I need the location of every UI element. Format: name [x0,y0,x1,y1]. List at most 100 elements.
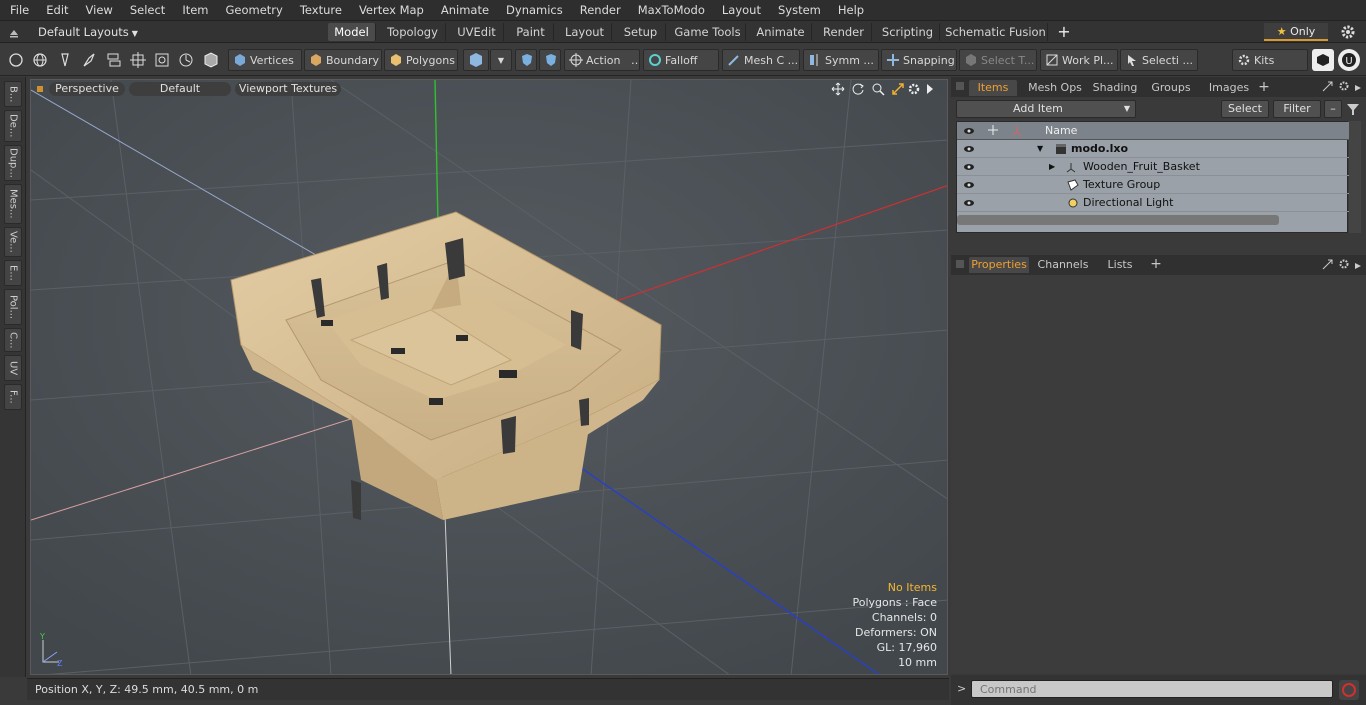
menu-render[interactable]: Render [570,3,628,17]
arrange-icon[interactable] [104,50,124,70]
tab-uvedit[interactable]: UVEdit [450,23,504,41]
left-tab-mesh[interactable]: Mes... [4,184,22,224]
filter-button[interactable]: Filter [1273,100,1321,118]
mesh-constraint-button[interactable]: Mesh C ... [722,49,800,71]
item-row-scene[interactable]: ▼ modo.lxo [957,140,1349,158]
brush-icon[interactable] [79,50,99,70]
select-through-button[interactable]: Select T... [959,49,1037,71]
material-button[interactable] [463,49,489,71]
left-tab-vertex[interactable]: Ve... [4,227,22,257]
falloff-button[interactable]: Falloff [643,49,719,71]
left-tab-edge[interactable]: E... [4,260,22,286]
list-options-icon[interactable]: – [1324,100,1342,118]
menu-geometry[interactable]: Geometry [216,3,290,17]
symmetry-button[interactable]: Symm ... [803,49,879,71]
add-panel-tab-icon[interactable]: + [1149,256,1163,272]
viewport-expand-arrow-icon[interactable] [925,83,935,95]
frame-icon[interactable] [152,50,172,70]
select-button[interactable]: Select [1221,100,1269,118]
tab-channels[interactable]: Channels [1035,257,1091,273]
menu-file[interactable]: File [0,3,36,17]
tab-topology[interactable]: Topology [380,23,446,41]
center-icon[interactable] [128,50,148,70]
view-mode-dropdown[interactable]: Perspective [49,82,125,96]
selection-sets-button[interactable]: Selecti ... [1120,49,1198,71]
only-toggle[interactable]: ★ Only [1264,23,1328,41]
action-center-button[interactable]: Action … [564,49,640,71]
tab-mesh-ops[interactable]: Mesh Ops [1023,80,1087,96]
command-input[interactable] [971,680,1333,698]
add-item-dropdown[interactable]: Add Item ▼ [956,100,1136,118]
item-row-texture-group[interactable]: Texture Group [957,176,1349,194]
record-macro-icon[interactable] [1339,680,1359,700]
menu-select[interactable]: Select [120,3,172,17]
menu-animate[interactable]: Animate [431,3,496,17]
left-tab-basic[interactable]: B... [4,81,22,107]
kits-button[interactable]: Kits [1232,49,1308,71]
menu-item[interactable]: Item [172,3,215,17]
add-panel-tab-icon[interactable]: + [1257,79,1271,95]
pen-icon[interactable] [55,50,75,70]
globe-icon[interactable] [30,50,50,70]
menu-dynamics[interactable]: Dynamics [496,3,570,17]
menu-help[interactable]: Help [828,3,871,17]
filter-funnel-icon[interactable] [1346,102,1360,116]
tab-shading[interactable]: Shading [1089,80,1141,96]
menu-layout[interactable]: Layout [712,3,768,17]
tab-paint[interactable]: Paint [508,23,554,41]
symmetry-toggle-b[interactable] [539,49,561,71]
panel-collapse-arrow-icon[interactable] [1354,82,1362,91]
unreal-icon[interactable]: U [1338,49,1360,71]
viewport-textures-dropdown[interactable]: Viewport Textures [235,82,341,96]
tab-lists[interactable]: Lists [1097,257,1143,273]
shading-dropdown[interactable]: Default [129,82,231,96]
menu-system[interactable]: System [768,3,828,17]
menu-view[interactable]: View [76,3,120,17]
panel-expand-icon[interactable] [1322,259,1333,270]
polygons-button[interactable]: Polygons [384,49,458,71]
3d-viewport[interactable]: Perspective Default Viewport Textures Y … [30,79,948,675]
item-row-mesh[interactable]: ▶ Wooden_Fruit_Basket [957,158,1349,176]
vertices-button[interactable]: Vertices [228,49,302,71]
viewport-corner-icon[interactable] [37,86,43,92]
menu-edit[interactable]: Edit [36,3,75,17]
panel-gear-icon[interactable] [1338,80,1350,92]
tab-setup[interactable]: Setup [616,23,666,41]
boundary-button[interactable]: Boundary [304,49,382,71]
visibility-eye-icon[interactable] [963,197,975,215]
settings-gear-icon[interactable] [1340,24,1356,40]
tab-images[interactable]: Images [1203,80,1255,96]
item-list-v-scrollbar[interactable] [1349,121,1361,233]
tab-properties[interactable]: Properties [969,257,1029,273]
tab-render[interactable]: Render [816,23,872,41]
item-row-directional-light[interactable]: Directional Light [957,194,1349,212]
timer-icon[interactable] [176,50,196,70]
tab-scripting[interactable]: Scripting [876,23,940,41]
tab-game-tools[interactable]: Game Tools [670,23,746,41]
menu-vertex-map[interactable]: Vertex Map [349,3,431,17]
layouts-dropdown[interactable]: Default Layouts ▼ [38,24,138,40]
menu-texture[interactable]: Texture [290,3,349,17]
left-tab-duplicate[interactable]: Dup... [4,145,22,181]
panel-gear-icon[interactable] [1338,258,1350,270]
unity-icon[interactable] [1312,49,1334,71]
item-list-h-scrollbar[interactable] [957,215,1279,225]
panel-menu-icon[interactable] [956,260,964,268]
collapse-arrow-icon[interactable]: ▼ [1037,140,1043,158]
symmetry-toggle-a[interactable] [515,49,537,71]
panel-menu-icon[interactable] [956,82,964,90]
name-column-header[interactable]: Name [1045,122,1077,140]
left-tab-fusion[interactable]: F... [4,384,22,410]
fit-view-icon[interactable] [891,82,905,96]
viewport-gear-icon[interactable] [907,82,921,96]
layout-collapse-icon[interactable] [8,26,20,38]
tab-animate[interactable]: Animate [750,23,812,41]
panel-collapse-arrow-icon[interactable] [1354,260,1362,269]
snapping-button[interactable]: Snapping [881,49,957,71]
left-tab-deform[interactable]: De... [4,110,22,142]
zoom-icon[interactable] [871,82,885,96]
tab-layout[interactable]: Layout [558,23,612,41]
left-tab-curve[interactable]: C... [4,328,22,352]
panel-expand-icon[interactable] [1322,81,1333,92]
menu-maxtomodo[interactable]: MaxToModo [628,3,712,17]
